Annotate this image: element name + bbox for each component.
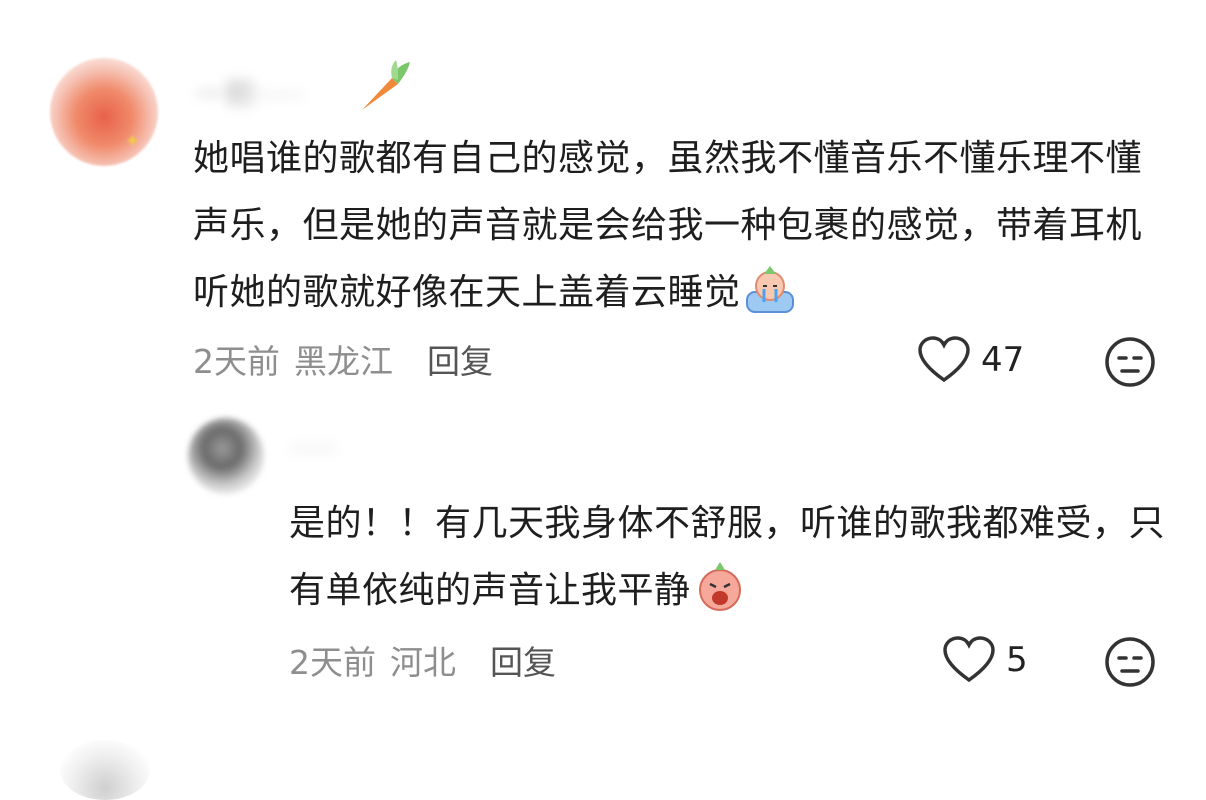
like-count: 47 xyxy=(981,340,1025,380)
avatar[interactable] xyxy=(60,740,150,800)
heart-outline-icon xyxy=(918,336,970,383)
meh-face-icon[interactable] xyxy=(1104,336,1156,388)
comment-location: 黑龙江 xyxy=(294,342,393,381)
avatar[interactable]: ✦ xyxy=(50,58,158,166)
comment-time: 2天前 xyxy=(289,643,376,682)
comment-location: 河北 xyxy=(390,643,456,682)
comment-meta: 2天前 黑龙江 回复 xyxy=(193,335,493,383)
like-button[interactable]: 47 xyxy=(917,336,1024,384)
avatar[interactable] xyxy=(188,418,264,494)
username-blurred[interactable]: 一颗····· xyxy=(195,70,303,114)
like-button[interactable]: 5 xyxy=(942,636,1028,684)
like-count: 5 xyxy=(1006,640,1028,680)
comment-meta: 2天前 河北 回复 xyxy=(289,636,556,684)
sparkle-icon: ✦ xyxy=(124,131,140,152)
heart-outline-icon xyxy=(943,636,995,683)
comment-time: 2天前 xyxy=(193,342,280,381)
comment-body: 她唱谁的歌都有自己的感觉，虽然我不懂音乐不懂乐理不懂声乐，但是她的声音就是会给我… xyxy=(193,138,1143,313)
comment-text: 她唱谁的歌都有自己的感觉，虽然我不懂音乐不懂乐理不懂声乐，但是她的声音就是会给我… xyxy=(193,125,1173,326)
carrot-icon xyxy=(362,60,410,110)
reply-comment-text: 是的！！有几天我身体不舒服，听谁的歌我都难受，只有单依纯的声音让我平静 xyxy=(289,490,1169,624)
shocked-face-emoji xyxy=(698,562,741,611)
meh-face-icon[interactable] xyxy=(1104,636,1156,688)
reply-button[interactable]: 回复 xyxy=(490,643,556,682)
reply-button[interactable]: 回复 xyxy=(427,342,493,381)
username-blurred[interactable]: ····· xyxy=(290,432,338,467)
crying-bed-emoji xyxy=(745,266,794,313)
